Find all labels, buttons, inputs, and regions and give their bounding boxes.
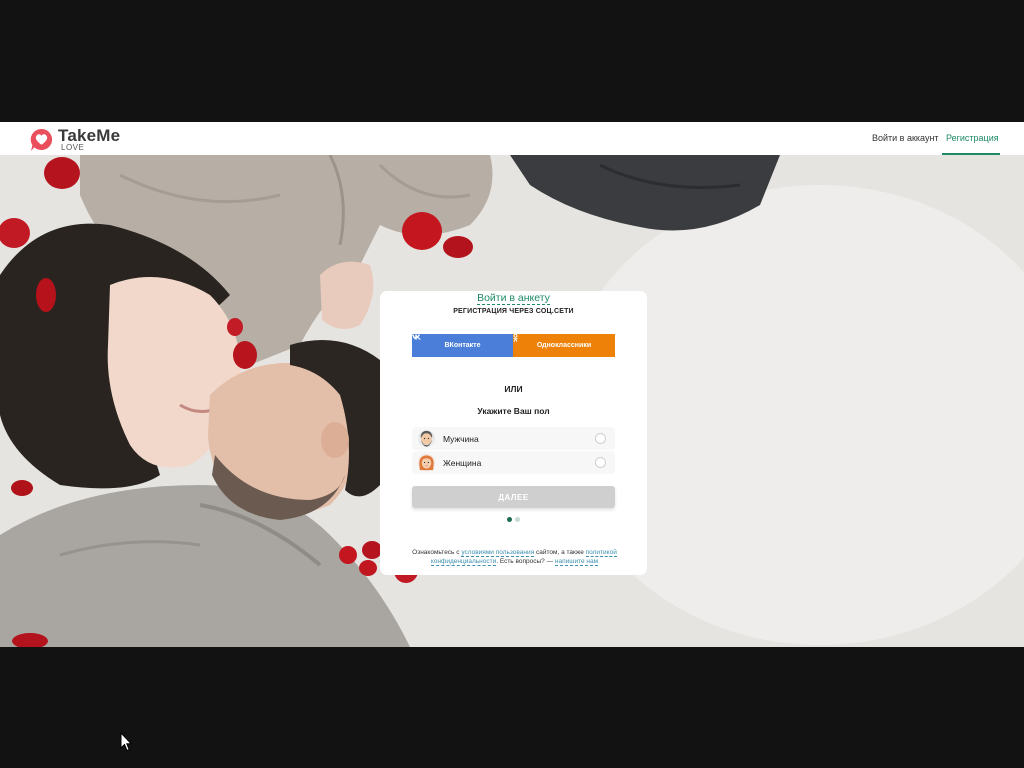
login-profile-link[interactable]: Войти в анкету <box>477 292 550 305</box>
brand-subtitle: LOVE <box>61 143 85 152</box>
odnoklassniki-icon <box>513 334 518 342</box>
legal-text-1: Ознакомьтесь с <box>412 549 462 556</box>
vk-login-button[interactable]: ВКонтакте <box>412 334 513 357</box>
heart-chat-logo-icon[interactable] <box>30 128 53 152</box>
legal-notice: Ознакомьтесь с условиями пользования сай… <box>402 549 627 566</box>
legal-text-3: . Есть вопросы? — <box>496 557 555 565</box>
gender-option-female-label: Женщина <box>443 458 482 468</box>
registration-card: Войти в анкету РЕГИСТРАЦИЯ ЧЕРЕЗ СОЦ.СЕТ… <box>380 291 647 575</box>
login-account-link[interactable]: Войти в аккаунт <box>872 133 939 143</box>
login-profile-link-wrap: Войти в анкету <box>380 292 647 305</box>
registration-tab[interactable]: Регистрация <box>946 133 999 143</box>
ok-login-button[interactable]: Одноклассники <box>513 334 615 357</box>
next-button[interactable]: ДАЛЕЕ <box>412 486 615 508</box>
vk-icon <box>412 334 421 340</box>
vk-login-label: ВКонтакте <box>444 342 481 349</box>
man-avatar-icon <box>417 429 436 448</box>
hero-background-photo: Войти в анкету РЕГИСТРАЦИЯ ЧЕРЕЗ СОЦ.СЕТ… <box>0 155 1024 647</box>
gender-question: Укажите Ваш пол <box>477 406 550 416</box>
contact-us-link[interactable]: напишите нам <box>554 557 599 566</box>
mouse-pointer-icon <box>120 732 132 752</box>
terms-of-use-link[interactable]: условиями пользования <box>461 549 535 557</box>
gender-option-female[interactable]: Женщина <box>412 451 615 474</box>
site-header: TakeMe LOVE Войти в аккаунт Регистрация <box>0 122 1024 155</box>
gender-female-radio[interactable] <box>595 457 606 468</box>
gender-male-radio[interactable] <box>595 433 606 444</box>
or-divider: ИЛИ <box>504 384 523 394</box>
browser-viewport: Войти в анкету РЕГИСТРАЦИЯ ЧЕРЕЗ СОЦ.СЕТ… <box>0 122 1024 647</box>
gender-option-male[interactable]: Мужчина <box>412 427 615 450</box>
social-registration-title: РЕГИСТРАЦИЯ ЧЕРЕЗ СОЦ.СЕТИ <box>453 308 574 315</box>
gender-option-male-label: Мужчина <box>443 434 479 444</box>
step-indicator <box>507 517 520 522</box>
active-tab-underline <box>942 153 1000 155</box>
step-dot <box>515 517 520 522</box>
woman-avatar-icon <box>417 453 436 472</box>
step-dot-active <box>507 517 512 522</box>
ok-login-label: Одноклассники <box>536 342 592 349</box>
legal-text-2: сайтом, а также <box>534 549 586 556</box>
